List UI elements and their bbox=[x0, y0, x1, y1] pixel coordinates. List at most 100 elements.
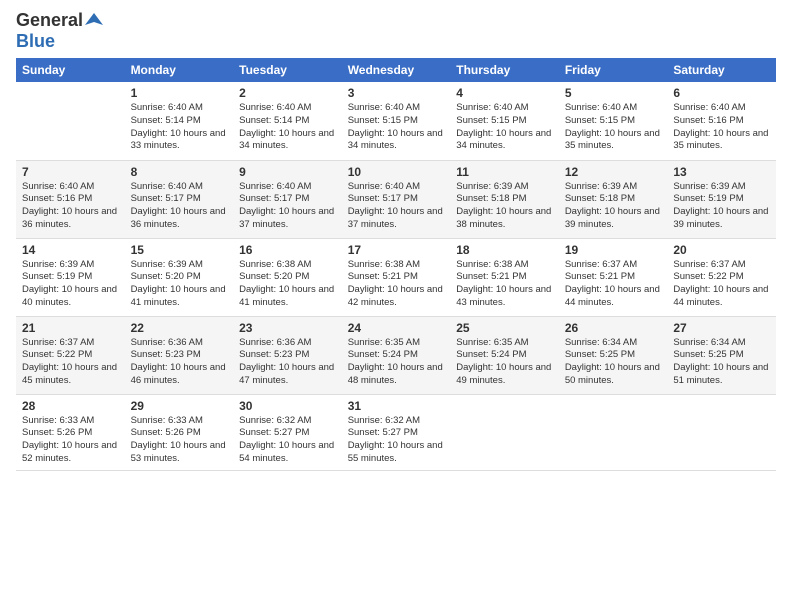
day-cell: 28Sunrise: 6:33 AM Sunset: 5:26 PM Dayli… bbox=[16, 394, 125, 470]
day-cell: 16Sunrise: 6:38 AM Sunset: 5:20 PM Dayli… bbox=[233, 238, 342, 316]
day-number: 26 bbox=[565, 321, 662, 335]
day-number: 2 bbox=[239, 86, 336, 100]
day-number: 15 bbox=[131, 243, 228, 257]
day-cell: 19Sunrise: 6:37 AM Sunset: 5:21 PM Dayli… bbox=[559, 238, 668, 316]
day-info: Sunrise: 6:35 AM Sunset: 5:24 PM Dayligh… bbox=[348, 337, 445, 388]
day-info: Sunrise: 6:40 AM Sunset: 5:16 PM Dayligh… bbox=[673, 102, 770, 153]
day-header-saturday: Saturday bbox=[667, 58, 776, 82]
day-number: 24 bbox=[348, 321, 445, 335]
day-info: Sunrise: 6:40 AM Sunset: 5:17 PM Dayligh… bbox=[239, 181, 336, 232]
day-cell: 3 Sunrise: 6:40 AM Sunset: 5:15 PM Daylig… bbox=[342, 82, 451, 160]
day-info: Sunrise: 6:35 AM Sunset: 5:24 PM Dayligh… bbox=[456, 337, 553, 388]
day-cell: 31Sunrise: 6:32 AM Sunset: 5:27 PM Dayli… bbox=[342, 394, 451, 470]
day-header-monday: Monday bbox=[125, 58, 234, 82]
day-number: 1 bbox=[131, 86, 228, 100]
logo-blue: Blue bbox=[16, 31, 55, 51]
day-info: Sunrise: 6:37 AM Sunset: 5:22 PM Dayligh… bbox=[673, 259, 770, 310]
day-number: 29 bbox=[131, 399, 228, 413]
calendar-table: SundayMondayTuesdayWednesdayThursdayFrid… bbox=[16, 58, 776, 471]
day-cell: 22 Sunrise: 6:36 AM Sunset: 5:23 PM Dayli… bbox=[125, 316, 234, 394]
day-cell: 23 Sunrise: 6:36 AM Sunset: 5:23 PM Dayli… bbox=[233, 316, 342, 394]
day-number: 30 bbox=[239, 399, 336, 413]
day-info: Sunrise: 6:39 AM Sunset: 5:20 PM Dayligh… bbox=[131, 259, 228, 310]
day-cell: 21 Sunrise: 6:37 AM Sunset: 5:22 PM Dayli… bbox=[16, 316, 125, 394]
day-header-friday: Friday bbox=[559, 58, 668, 82]
day-header-thursday: Thursday bbox=[450, 58, 559, 82]
day-number: 12 bbox=[565, 165, 662, 179]
day-header-wednesday: Wednesday bbox=[342, 58, 451, 82]
day-cell: 12 Sunrise: 6:39 AM Sunset: 5:18 PM Dayli… bbox=[559, 160, 668, 238]
day-info: Sunrise: 6:39 AM Sunset: 5:18 PM Dayligh… bbox=[456, 181, 553, 232]
day-cell: 25 Sunrise: 6:35 AM Sunset: 5:24 PM Dayli… bbox=[450, 316, 559, 394]
day-info: Sunrise: 6:37 AM Sunset: 5:22 PM Dayligh… bbox=[22, 337, 119, 388]
day-cell: 7 Sunrise: 6:40 AM Sunset: 5:16 PM Daylig… bbox=[16, 160, 125, 238]
day-number: 14 bbox=[22, 243, 119, 257]
day-number: 16 bbox=[239, 243, 336, 257]
day-cell: 18 Sunrise: 6:38 AM Sunset: 5:21 PM Dayli… bbox=[450, 238, 559, 316]
day-info: Sunrise: 6:40 AM Sunset: 5:17 PM Dayligh… bbox=[131, 181, 228, 232]
day-number: 3 bbox=[348, 86, 445, 100]
header-row: SundayMondayTuesdayWednesdayThursdayFrid… bbox=[16, 58, 776, 82]
day-number: 10 bbox=[348, 165, 445, 179]
day-info: Sunrise: 6:33 AM Sunset: 5:26 PM Dayligh… bbox=[131, 415, 228, 466]
day-number: 22 bbox=[131, 321, 228, 335]
day-info: Sunrise: 6:36 AM Sunset: 5:23 PM Dayligh… bbox=[131, 337, 228, 388]
calendar-container: General Blue SundayMondayTuesdayWednesda… bbox=[0, 0, 792, 481]
day-info: Sunrise: 6:36 AM Sunset: 5:23 PM Dayligh… bbox=[239, 337, 336, 388]
week-row-2: 7 Sunrise: 6:40 AM Sunset: 5:16 PM Daylig… bbox=[16, 160, 776, 238]
week-row-1: 1 Sunrise: 6:40 AM Sunset: 5:14 PM Daylig… bbox=[16, 82, 776, 160]
day-cell bbox=[16, 82, 125, 160]
day-cell bbox=[667, 394, 776, 470]
day-cell: 29 Sunrise: 6:33 AM Sunset: 5:26 PM Dayli… bbox=[125, 394, 234, 470]
day-cell: 10 Sunrise: 6:40 AM Sunset: 5:17 PM Dayli… bbox=[342, 160, 451, 238]
day-info: Sunrise: 6:40 AM Sunset: 5:14 PM Dayligh… bbox=[239, 102, 336, 153]
day-number: 27 bbox=[673, 321, 770, 335]
day-number: 21 bbox=[22, 321, 119, 335]
day-cell: 6 Sunrise: 6:40 AM Sunset: 5:16 PM Daylig… bbox=[667, 82, 776, 160]
logo-general: General bbox=[16, 10, 83, 31]
day-cell bbox=[450, 394, 559, 470]
day-number: 13 bbox=[673, 165, 770, 179]
day-cell bbox=[559, 394, 668, 470]
day-cell: 17Sunrise: 6:38 AM Sunset: 5:21 PM Dayli… bbox=[342, 238, 451, 316]
day-number: 6 bbox=[673, 86, 770, 100]
day-number: 4 bbox=[456, 86, 553, 100]
day-info: Sunrise: 6:39 AM Sunset: 5:19 PM Dayligh… bbox=[22, 259, 119, 310]
day-cell: 8 Sunrise: 6:40 AM Sunset: 5:17 PM Daylig… bbox=[125, 160, 234, 238]
day-number: 31 bbox=[348, 399, 445, 413]
day-number: 7 bbox=[22, 165, 119, 179]
day-info: Sunrise: 6:40 AM Sunset: 5:15 PM Dayligh… bbox=[456, 102, 553, 153]
day-info: Sunrise: 6:40 AM Sunset: 5:15 PM Dayligh… bbox=[348, 102, 445, 153]
day-cell: 11Sunrise: 6:39 AM Sunset: 5:18 PM Dayli… bbox=[450, 160, 559, 238]
day-cell: 9 Sunrise: 6:40 AM Sunset: 5:17 PM Daylig… bbox=[233, 160, 342, 238]
day-info: Sunrise: 6:40 AM Sunset: 5:16 PM Dayligh… bbox=[22, 181, 119, 232]
logo-bird-icon bbox=[85, 11, 103, 29]
header: General Blue bbox=[16, 10, 776, 52]
day-cell: 13 Sunrise: 6:39 AM Sunset: 5:19 PM Dayli… bbox=[667, 160, 776, 238]
day-number: 20 bbox=[673, 243, 770, 257]
day-info: Sunrise: 6:38 AM Sunset: 5:21 PM Dayligh… bbox=[456, 259, 553, 310]
day-info: Sunrise: 6:39 AM Sunset: 5:19 PM Dayligh… bbox=[673, 181, 770, 232]
day-cell: 2 Sunrise: 6:40 AM Sunset: 5:14 PM Daylig… bbox=[233, 82, 342, 160]
day-info: Sunrise: 6:40 AM Sunset: 5:17 PM Dayligh… bbox=[348, 181, 445, 232]
day-info: Sunrise: 6:38 AM Sunset: 5:21 PM Dayligh… bbox=[348, 259, 445, 310]
day-cell: 30 Sunrise: 6:32 AM Sunset: 5:27 PM Dayli… bbox=[233, 394, 342, 470]
day-cell: 27 Sunrise: 6:34 AM Sunset: 5:25 PM Dayli… bbox=[667, 316, 776, 394]
day-number: 25 bbox=[456, 321, 553, 335]
day-info: Sunrise: 6:34 AM Sunset: 5:25 PM Dayligh… bbox=[565, 337, 662, 388]
day-cell: 26 Sunrise: 6:34 AM Sunset: 5:25 PM Dayli… bbox=[559, 316, 668, 394]
day-info: Sunrise: 6:32 AM Sunset: 5:27 PM Dayligh… bbox=[239, 415, 336, 466]
day-info: Sunrise: 6:33 AM Sunset: 5:26 PM Dayligh… bbox=[22, 415, 119, 466]
day-number: 8 bbox=[131, 165, 228, 179]
day-info: Sunrise: 6:34 AM Sunset: 5:25 PM Dayligh… bbox=[673, 337, 770, 388]
day-number: 9 bbox=[239, 165, 336, 179]
logo: General Blue bbox=[16, 10, 103, 52]
day-info: Sunrise: 6:39 AM Sunset: 5:18 PM Dayligh… bbox=[565, 181, 662, 232]
day-cell: 15 Sunrise: 6:39 AM Sunset: 5:20 PM Dayli… bbox=[125, 238, 234, 316]
day-info: Sunrise: 6:37 AM Sunset: 5:21 PM Dayligh… bbox=[565, 259, 662, 310]
day-header-tuesday: Tuesday bbox=[233, 58, 342, 82]
week-row-4: 21 Sunrise: 6:37 AM Sunset: 5:22 PM Dayli… bbox=[16, 316, 776, 394]
day-number: 23 bbox=[239, 321, 336, 335]
day-number: 18 bbox=[456, 243, 553, 257]
day-cell: 5Sunrise: 6:40 AM Sunset: 5:15 PM Daylig… bbox=[559, 82, 668, 160]
